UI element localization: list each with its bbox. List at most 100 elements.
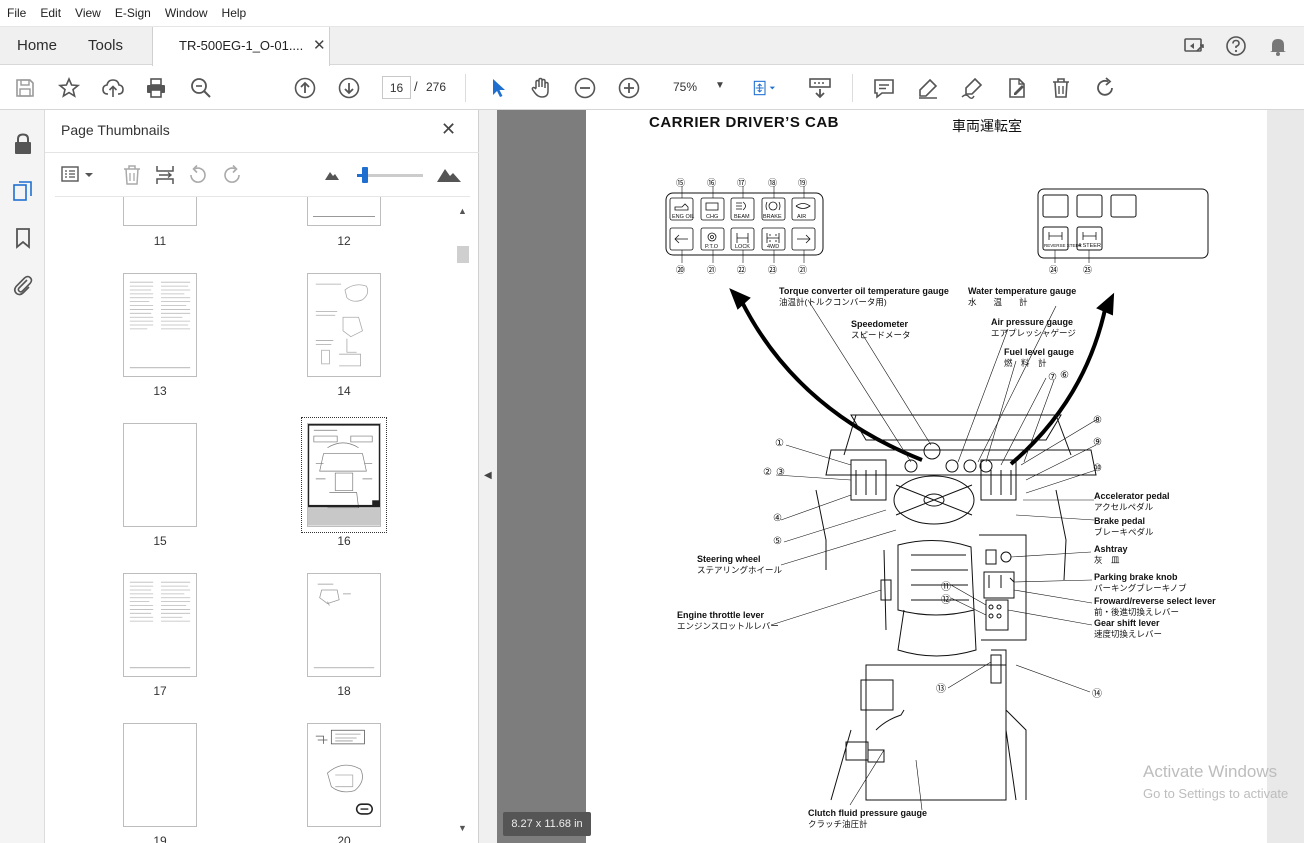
insert-page-icon[interactable] xyxy=(154,164,176,186)
collapse-panel-icon[interactable]: ◀ xyxy=(484,470,492,481)
callout-brake-pedal: Brake pedal ブレーキペダル xyxy=(1094,516,1154,537)
bookmark-star-icon[interactable] xyxy=(57,76,81,100)
rotate-right-icon[interactable] xyxy=(221,164,243,186)
thumbnail-page-14[interactable] xyxy=(307,273,381,377)
page-thumbnails-panel: Page Thumbnails ✕ 11 12 13 14 15 16 17 1… xyxy=(45,110,479,843)
toolbar-divider xyxy=(852,74,853,102)
previous-page-icon[interactable] xyxy=(293,76,317,100)
print-icon[interactable] xyxy=(144,76,168,100)
menu-window[interactable]: Window xyxy=(158,6,215,20)
scroll-up-icon[interactable]: ▲ xyxy=(458,206,467,216)
svg-text:AIR: AIR xyxy=(797,214,806,220)
marker-20: ⑳ xyxy=(676,265,686,275)
sign-pen-icon[interactable] xyxy=(960,76,984,100)
thumbnail-page-12[interactable] xyxy=(307,197,381,226)
bookmark-icon[interactable] xyxy=(11,226,35,250)
marker-24: ㉔ xyxy=(1049,265,1059,275)
help-icon[interactable] xyxy=(1225,35,1247,57)
rotate-icon[interactable] xyxy=(1093,76,1117,100)
select-arrow-icon[interactable] xyxy=(486,76,510,100)
menu-edit[interactable]: Edit xyxy=(33,6,68,20)
highlight-pen-icon[interactable] xyxy=(916,76,940,100)
zoom-in-icon[interactable] xyxy=(617,76,641,100)
edit-document-icon[interactable] xyxy=(1005,76,1029,100)
slider-handle[interactable] xyxy=(362,167,368,183)
thumbnail-page-16[interactable] xyxy=(307,423,381,527)
left-rail xyxy=(0,110,45,843)
fit-page-icon[interactable] xyxy=(753,76,789,100)
callout-water-temperature: Water temperature gauge 水 温 計 xyxy=(968,286,1077,307)
svg-text:ENG OIL: ENG OIL xyxy=(672,214,694,220)
callout-fuel-level: Fuel level gauge 燃 料 計 xyxy=(1004,347,1075,368)
tab-document[interactable]: TR-500EG-1_O-01.... ✕ xyxy=(152,27,330,66)
thumbnail-label: 12 xyxy=(337,234,351,248)
svg-text:BEAM: BEAM xyxy=(734,214,750,220)
thumbnail-scrollbar[interactable]: ▲ ▼ xyxy=(456,203,470,843)
notifications-bell-icon[interactable] xyxy=(1267,35,1289,57)
scrollbar-thumb[interactable] xyxy=(457,246,469,263)
thumbnail-label: 17 xyxy=(153,684,167,698)
marker-4: ④ xyxy=(773,513,782,524)
marker-19: ⑲ xyxy=(798,178,808,188)
lock-icon[interactable] xyxy=(11,132,35,156)
svg-text:4WD: 4WD xyxy=(767,244,779,250)
attachment-paperclip-icon[interactable] xyxy=(11,273,35,297)
thumbnail-label: 13 xyxy=(153,384,167,398)
thumbnail-page-17[interactable] xyxy=(123,573,197,677)
scroll-down-icon[interactable]: ▼ xyxy=(458,823,467,833)
thumbnail-page-11[interactable] xyxy=(123,197,197,226)
tab-tools[interactable]: Tools xyxy=(88,27,123,65)
menu-file[interactable]: File xyxy=(6,6,33,20)
next-page-edge xyxy=(1267,110,1304,843)
marker-22: ㉒ xyxy=(737,265,747,275)
thumbnail-size-slider[interactable] xyxy=(357,167,423,183)
marker-7: ⑦ xyxy=(1048,372,1057,383)
thumbnail-page-15[interactable] xyxy=(123,423,197,527)
svg-text:LOCK: LOCK xyxy=(735,244,750,250)
thumbnail-page-19[interactable] xyxy=(123,723,197,827)
tab-bar: Home Tools TR-500EG-1_O-01.... ✕ xyxy=(0,27,1304,66)
delete-trash-icon[interactable] xyxy=(1049,76,1073,100)
large-thumbnail-mountain-icon[interactable] xyxy=(437,165,461,183)
comment-icon[interactable] xyxy=(872,76,896,100)
zoom-out-icon[interactable] xyxy=(573,76,597,100)
chevron-down-icon: ▼ xyxy=(715,80,725,91)
tab-close-icon[interactable]: ✕ xyxy=(313,36,326,54)
hand-tool-icon[interactable] xyxy=(529,76,553,100)
marker-5: ⑤ xyxy=(773,536,782,547)
next-page-icon[interactable] xyxy=(337,76,361,100)
thumbnail-options-icon[interactable] xyxy=(61,165,97,185)
marker-23: ㉓ xyxy=(768,265,778,275)
small-thumbnail-mountain-icon[interactable] xyxy=(325,169,339,181)
scroll-mode-icon[interactable] xyxy=(808,76,832,100)
menu-help[interactable]: Help xyxy=(215,6,254,20)
zoom-dropdown[interactable]: 75% ▼ xyxy=(660,76,730,100)
zoom-search-icon[interactable] xyxy=(189,76,213,100)
delete-page-icon[interactable] xyxy=(121,164,143,186)
marker-18: ⑱ xyxy=(768,178,778,188)
document-viewport[interactable]: CARRIER DRIVER’S CAB 車両運転室 ENG OIL CHG B… xyxy=(497,110,1304,843)
thumbnail-list: 11 12 13 14 15 16 17 18 19 20 xyxy=(55,196,470,843)
callout-ashtray: Ashtray 灰 皿 xyxy=(1094,544,1128,565)
thumbnail-page-13[interactable] xyxy=(123,273,197,377)
share-screen-icon[interactable] xyxy=(1183,35,1205,57)
upload-cloud-icon[interactable] xyxy=(101,76,125,100)
panel-splitter[interactable]: ◀ xyxy=(479,110,497,843)
thumbnail-page-18[interactable] xyxy=(307,573,381,677)
save-icon[interactable] xyxy=(13,76,37,100)
panel-title: Page Thumbnails xyxy=(61,122,170,138)
svg-text:BRAKE: BRAKE xyxy=(763,214,782,220)
svg-text:REVERSE STEER: REVERSE STEER xyxy=(1044,243,1083,248)
thumbnail-page-20[interactable] xyxy=(307,723,381,827)
page-thumbnails-icon[interactable] xyxy=(11,179,35,203)
rotate-left-icon[interactable] xyxy=(187,164,209,186)
menu-esign[interactable]: E-Sign xyxy=(108,6,158,20)
menu-view[interactable]: View xyxy=(68,6,108,20)
tab-home[interactable]: Home xyxy=(17,27,57,65)
callout-steering-wheel: Steering wheel ステアリングホイール xyxy=(697,554,783,575)
page-number-input[interactable] xyxy=(382,76,411,99)
panel-close-icon[interactable]: ✕ xyxy=(441,119,456,140)
marker-17: ⑰ xyxy=(737,178,747,188)
marker-16: ⑯ xyxy=(707,178,717,188)
marker-3: ③ xyxy=(776,467,785,478)
